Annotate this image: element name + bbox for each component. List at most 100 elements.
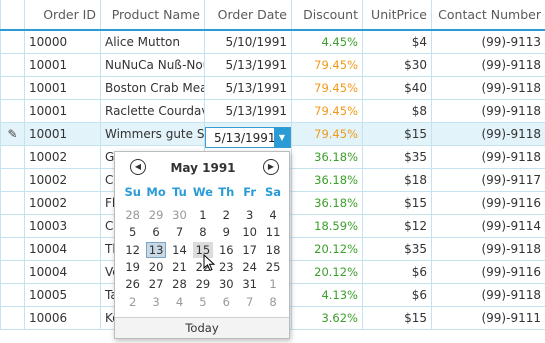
contact-number-cell[interactable]: (99)-9118 (431, 52, 545, 77)
row-indicator[interactable] (0, 52, 25, 77)
calendar-day-cell[interactable]: 13 (146, 241, 167, 258)
discount-cell[interactable]: 79.45% (291, 121, 363, 146)
calendar-day-cell[interactable]: 28 (170, 276, 190, 292)
discount-cell[interactable]: 79.45% (291, 98, 363, 123)
contact-number-cell[interactable]: (99)-9118 (431, 282, 545, 307)
contact-number-cell[interactable]: (99)-9116 (431, 190, 545, 215)
calendar-day-cell[interactable]: 12 (123, 242, 143, 258)
today-button[interactable]: Today (115, 317, 289, 338)
calendar-day-cell[interactable]: 4 (263, 207, 283, 223)
unit-price-cell[interactable]: $6 (362, 282, 432, 307)
order-id-cell[interactable]: 10006 (24, 305, 101, 330)
unit-price-cell[interactable]: $30 (362, 52, 432, 77)
row-indicator[interactable] (0, 29, 25, 54)
contact-number-cell[interactable]: (99)-9116 (431, 259, 545, 284)
order-id-cell[interactable]: 10004 (24, 259, 101, 284)
order-date-cell[interactable]: 5/13/1991 (204, 75, 292, 100)
calendar-day-cell[interactable]: 27 (146, 276, 166, 292)
order-id-cell[interactable]: 10003 (24, 213, 101, 238)
discount-cell[interactable]: 79.45% (291, 75, 363, 100)
unit-price-cell[interactable]: $12 (362, 213, 432, 238)
order-date-cell[interactable]: 5/13/1991 (204, 52, 292, 77)
calendar-day-cell[interactable]: 31 (240, 276, 260, 292)
discount-cell[interactable]: 18.59% (291, 213, 363, 238)
product-name-cell[interactable]: NuNuCa Nuß-Nou (100, 52, 205, 77)
row-indicator[interactable] (0, 259, 25, 284)
order-date-cell[interactable]: 5/13/1991 (204, 98, 292, 123)
order-id-cell[interactable]: 10002 (24, 190, 101, 215)
order-id-cell[interactable]: 10001 (24, 121, 101, 146)
calendar-day-cell[interactable]: 2 (123, 294, 143, 310)
calendar-day-cell[interactable]: 16 (216, 242, 236, 258)
table-row[interactable]: 10001 Boston Crab Meat 5/13/1991 79.45% $40(… (0, 75, 545, 100)
discount-cell[interactable]: 79.45% (291, 52, 363, 77)
calendar-day-cell[interactable]: 14 (170, 242, 190, 258)
calendar-day-cell[interactable]: 6 (216, 294, 236, 310)
unit-price-cell[interactable]: $6 (362, 259, 432, 284)
header-contact-number[interactable]: Contact Number (431, 0, 545, 31)
contact-number-cell[interactable]: (99)-9118 (431, 144, 545, 169)
order-id-cell[interactable]: 10001 (24, 52, 101, 77)
product-name-cell[interactable]: Boston Crab Meat (100, 75, 205, 100)
contact-number-cell[interactable]: (99)-9113 (431, 29, 545, 54)
calendar-day-cell[interactable]: 21 (170, 259, 190, 275)
calendar-day-cell[interactable]: 29 (193, 276, 213, 292)
calendar-day-cell[interactable]: 1 (193, 207, 213, 223)
calendar-day-cell[interactable]: 6 (146, 224, 166, 240)
calendar-day-cell[interactable]: 4 (170, 294, 190, 310)
unit-price-cell[interactable]: $4 (362, 29, 432, 54)
order-id-cell[interactable]: 10005 (24, 282, 101, 307)
calendar-day-cell[interactable]: 28 (123, 207, 143, 223)
row-indicator[interactable] (0, 98, 25, 123)
order-id-cell[interactable]: 10004 (24, 236, 101, 261)
unit-price-cell[interactable]: $15 (362, 305, 432, 330)
edit-pencil-icon[interactable]: ✎ (0, 121, 25, 146)
calendar-day-cell[interactable]: 11 (263, 224, 283, 240)
calendar-day-cell[interactable]: 24 (240, 259, 260, 275)
order-id-cell[interactable]: 10000 (24, 29, 101, 54)
header-unit-price[interactable]: UnitPrice (362, 0, 432, 31)
contact-number-cell[interactable]: (99)-9118 (431, 236, 545, 261)
discount-cell[interactable]: 3.62% (291, 305, 363, 330)
header-order-id[interactable]: Order ID (24, 0, 101, 31)
order-date-cell[interactable]: 5/10/1991 (204, 29, 292, 54)
calendar-day-cell[interactable]: 25 (263, 259, 283, 275)
calendar-day-cell[interactable]: 7 (170, 224, 190, 240)
calendar-day-cell[interactable]: 23 (216, 259, 236, 275)
calendar-day-cell[interactable]: 19 (123, 259, 143, 275)
row-indicator[interactable] (0, 144, 25, 169)
order-id-cell[interactable]: 10002 (24, 167, 101, 192)
chevron-right-icon[interactable]: ▶ (263, 159, 279, 175)
discount-cell[interactable]: 36.18% (291, 144, 363, 169)
header-order-date[interactable]: Order Date (204, 0, 292, 31)
calendar-day-cell[interactable]: 20 (146, 259, 166, 275)
table-row[interactable]: 10001 NuNuCa Nuß-Nou 5/13/1991 79.45% $30 (99… (0, 52, 545, 77)
row-indicator[interactable] (0, 75, 25, 100)
calendar-day-cell[interactable]: 9 (216, 224, 236, 240)
calendar-day-cell[interactable]: 7 (240, 294, 260, 310)
calendar-day-cell[interactable]: 10 (240, 224, 260, 240)
row-indicator[interactable] (0, 190, 25, 215)
discount-cell[interactable]: 36.18% (291, 167, 363, 192)
unit-price-cell[interactable]: $15 (362, 190, 432, 215)
calendar-day-cell[interactable]: 3 (240, 207, 260, 223)
unit-price-cell[interactable]: $40 (362, 75, 432, 100)
discount-cell[interactable]: 4.45% (291, 29, 363, 54)
table-row[interactable]: 10000 Alice Mutton 5/10/1991 4.45% $4 (99)-91… (0, 29, 545, 54)
calendar-day-cell[interactable]: 30 (170, 207, 190, 223)
calendar-day-cell[interactable]: 18 (263, 242, 283, 258)
calendar-day-cell[interactable]: 29 (146, 207, 166, 223)
order-id-cell[interactable]: 10001 (24, 75, 101, 100)
calendar-day-cell[interactable]: 26 (123, 276, 143, 292)
unit-price-cell[interactable]: $35 (362, 236, 432, 261)
discount-cell[interactable]: 4.13% (291, 282, 363, 307)
contact-number-cell[interactable]: (99)-9118 (431, 98, 545, 123)
discount-cell[interactable]: 20.12% (291, 259, 363, 284)
row-indicator[interactable] (0, 305, 25, 330)
unit-price-cell[interactable]: $15 (362, 121, 432, 146)
calendar-day-cell[interactable]: 2 (216, 207, 236, 223)
contact-number-cell[interactable]: (99)-9118 (431, 75, 545, 100)
order-id-cell[interactable]: 10002 (24, 144, 101, 169)
contact-number-cell[interactable]: (99)-9117 (431, 167, 545, 192)
contact-number-cell[interactable]: (99)-9118 (431, 121, 545, 146)
